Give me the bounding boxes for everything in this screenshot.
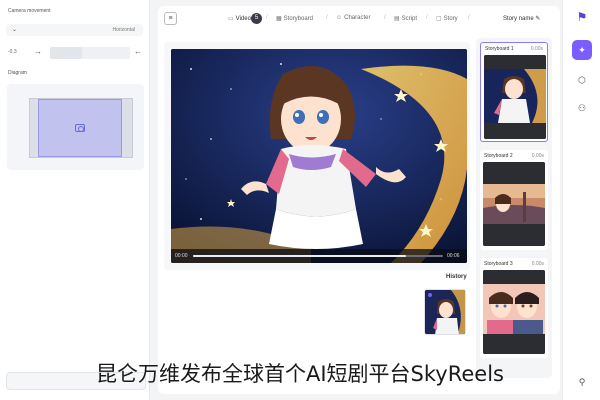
seek-progress — [193, 255, 406, 257]
camera-icon — [75, 124, 85, 132]
storyboard-duration: 0.00s — [531, 153, 544, 159]
tab-video[interactable]: ▭ Video — [228, 15, 251, 22]
storyboard-2-image — [483, 162, 545, 246]
storyboard-title: Storyboard 2 — [484, 153, 513, 159]
divider: / — [326, 15, 328, 21]
video-icon: ▭ — [228, 16, 234, 22]
tab-storyboard[interactable]: ▦ Storyboard — [276, 15, 313, 22]
camera-movement-value: Horizontal — [112, 27, 135, 33]
tab-character[interactable]: ☺ Character — [336, 15, 370, 21]
selected-dot — [428, 293, 432, 297]
arrow-left-icon[interactable]: ← — [134, 47, 142, 56]
divider: / — [426, 15, 428, 21]
camera-movement-label: Camera movement — [8, 8, 51, 14]
step-number-badge: 5 — [251, 13, 262, 24]
storyboard-thumbnail — [483, 270, 545, 354]
storyboard-card[interactable]: Storyboard 3 0.00s — [480, 258, 548, 358]
storyboard-icon: ▦ — [276, 16, 282, 22]
diagram-label: Diagram — [8, 70, 27, 76]
tab-story[interactable]: ▢ Story — [436, 15, 458, 22]
edit-icon[interactable]: ✎ — [535, 16, 540, 22]
chevron-down-icon: ⌄ — [12, 27, 18, 33]
storyboard-card[interactable]: Storyboard 1 0.00s — [480, 42, 548, 142]
history-title: History — [446, 274, 467, 280]
script-icon: ▤ — [394, 16, 400, 22]
logo-icon[interactable]: ⚑ — [575, 10, 589, 24]
video-player[interactable]: 00:00 00:06 — [171, 49, 467, 263]
share-icon[interactable]: ⚇ — [572, 98, 592, 118]
diagram-canvas — [29, 98, 133, 158]
history-thumbnail-image — [425, 290, 465, 334]
seek-bar[interactable] — [193, 255, 443, 257]
storyboard-title: Storyboard 1 — [485, 46, 514, 52]
slider-fill — [50, 47, 82, 59]
storyboard-thumbnail — [483, 162, 545, 246]
divider: / — [384, 15, 386, 21]
total-time: 00:06 — [447, 253, 460, 259]
diagram-frame[interactable] — [38, 99, 122, 157]
divider: / — [266, 15, 268, 21]
storyboard-card[interactable]: Storyboard 2 0.00s — [480, 150, 548, 250]
storyboard-list: Storyboard 1 0.00s Storyboard 2 0.00s St… — [476, 38, 552, 378]
arrow-right-icon[interactable]: → — [34, 47, 42, 56]
side-rail: ⚑ ✦ ⬡ ⚇ ⚲ — [562, 0, 600, 400]
storyboard-3-image — [483, 270, 545, 354]
storyboard-thumbnail — [484, 55, 546, 139]
main-workspace: ≡ ▭ Video 5 / ▦ Storyboard / ☺ Character / … — [158, 6, 560, 394]
camera-diagram — [7, 84, 144, 170]
divider: / — [468, 15, 470, 21]
history-item[interactable] — [424, 289, 466, 335]
current-time: 00:00 — [175, 253, 188, 259]
storyboard-duration: 0.00s — [530, 46, 543, 52]
magic-icon[interactable]: ✦ — [572, 40, 592, 60]
slider-track[interactable] — [50, 47, 130, 59]
storyboard-1-image — [484, 55, 546, 139]
tab-script[interactable]: ▤ Script — [394, 15, 417, 22]
step-navigation: ≡ ▭ Video 5 / ▦ Storyboard / ☺ Character / … — [158, 6, 560, 32]
video-preview-panel: 00:00 00:06 — [164, 42, 470, 270]
slider-value: -0.3 — [8, 49, 17, 55]
storyboard-duration: 0.00s — [531, 261, 544, 267]
story-icon: ▢ — [436, 16, 442, 22]
video-controls: 00:00 00:06 — [171, 249, 467, 263]
menu-icon[interactable]: ≡ — [164, 12, 177, 25]
story-name[interactable]: Story name ✎ — [503, 15, 540, 22]
cube-icon[interactable]: ⬡ — [572, 70, 592, 90]
caption-overlay: 昆仑万维发布全球首个AI短剧平台SkyReels — [96, 362, 504, 386]
camera-movement-select[interactable]: ⌄ Horizontal — [6, 24, 143, 36]
settings-panel: Camera movement ⌄ Horizontal -0.3 → ← Di… — [0, 0, 150, 400]
video-frame-image — [171, 49, 467, 263]
character-icon: ☺ — [336, 15, 343, 21]
storyboard-title: Storyboard 3 — [484, 261, 513, 267]
movement-slider[interactable]: -0.3 → ← — [6, 44, 143, 62]
